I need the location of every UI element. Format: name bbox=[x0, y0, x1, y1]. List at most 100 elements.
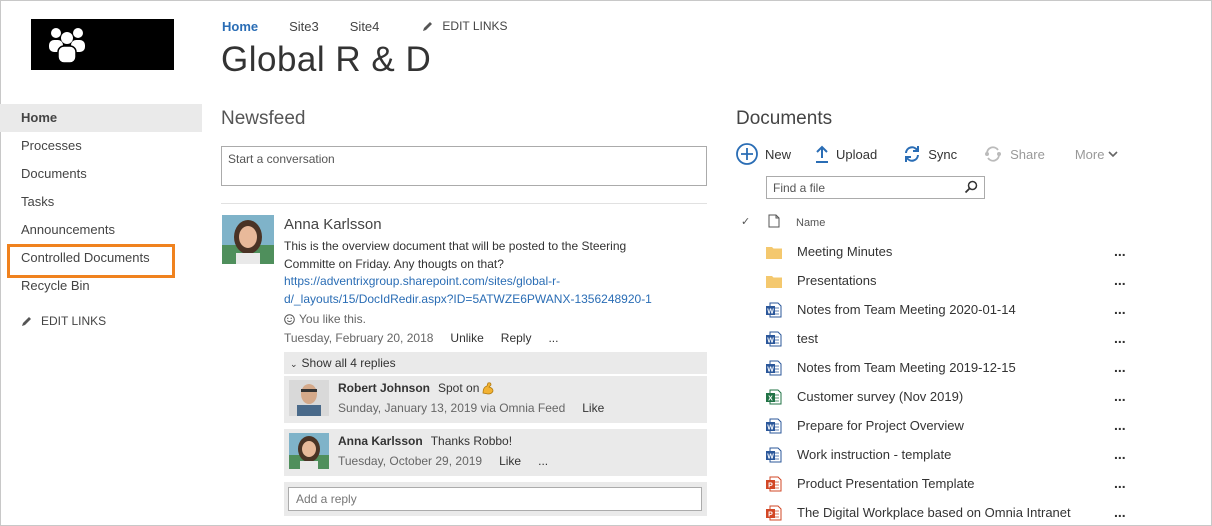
svg-text:X: X bbox=[768, 396, 773, 403]
post-like-status: You like this. bbox=[284, 312, 366, 326]
document-row[interactable]: W Work instruction - template... bbox=[736, 440, 1156, 469]
document-row[interactable]: P The Digital Workplace based on Omnia In… bbox=[736, 498, 1156, 526]
document-row[interactable]: W Notes from Team Meeting 2020-01-14... bbox=[736, 295, 1156, 324]
more-options-icon[interactable]: ... bbox=[1114, 243, 1126, 259]
plus-circle-icon bbox=[736, 143, 758, 165]
documents-column-header: ✓ Name bbox=[736, 212, 1156, 234]
document-row[interactable]: W Notes from Team Meeting 2019-12-15... bbox=[736, 353, 1156, 382]
document-name[interactable]: Product Presentation Template bbox=[797, 476, 975, 491]
topnav-edit-links[interactable]: EDIT LINKS bbox=[422, 19, 508, 33]
post-link[interactable]: https://adventrixgroup.sharepoint.com/si… bbox=[284, 272, 664, 308]
svg-text:W: W bbox=[767, 454, 774, 461]
svg-text:W: W bbox=[767, 338, 774, 345]
share-icon bbox=[985, 146, 1002, 162]
avatar[interactable] bbox=[222, 215, 274, 264]
chevron-down-icon: ⌄ bbox=[290, 359, 298, 369]
more-button[interactable]: More bbox=[1075, 147, 1126, 162]
more-options-icon[interactable]: ... bbox=[1114, 417, 1126, 433]
reply-author[interactable]: Anna Karlsson bbox=[338, 434, 423, 448]
more-options-icon[interactable]: ... bbox=[1114, 301, 1126, 317]
folder-icon bbox=[766, 246, 782, 262]
leftnav-item-home[interactable]: Home bbox=[0, 104, 202, 132]
select-all-checkmark-icon[interactable]: ✓ bbox=[741, 215, 750, 228]
documents-title: Documents bbox=[736, 108, 833, 129]
reply-text: Spot on bbox=[438, 381, 480, 395]
avatar[interactable] bbox=[289, 433, 329, 469]
sync-button[interactable]: Sync bbox=[903, 145, 957, 163]
reply-author[interactable]: Robert Johnson bbox=[338, 381, 430, 395]
svg-text:P: P bbox=[768, 483, 773, 490]
post-author[interactable]: Anna Karlsson bbox=[284, 216, 382, 233]
leftnav-edit-links[interactable]: EDIT LINKS bbox=[0, 314, 202, 328]
column-name[interactable]: Name bbox=[796, 217, 825, 229]
reply-text: Thanks Robbo! bbox=[430, 434, 513, 448]
document-row[interactable]: Meeting Minutes... bbox=[736, 237, 1156, 266]
upload-button[interactable]: Upload bbox=[815, 145, 877, 163]
document-name[interactable]: Notes from Team Meeting 2019-12-15 bbox=[797, 360, 1016, 375]
top-navigation: Home Site3 Site4 EDIT LINKS bbox=[222, 17, 508, 35]
topnav-site3[interactable]: Site3 bbox=[289, 19, 319, 34]
leftnav-item-tasks[interactable]: Tasks bbox=[0, 188, 202, 216]
flexed-biceps-icon bbox=[482, 382, 494, 395]
divider bbox=[221, 203, 707, 204]
post-meta: Tuesday, February 20, 2018 Unlike Reply … bbox=[284, 331, 558, 345]
document-name[interactable]: test bbox=[797, 331, 818, 346]
document-row[interactable]: W Prepare for Project Overview... bbox=[736, 411, 1156, 440]
more-options-icon[interactable]: ... bbox=[1114, 330, 1126, 346]
upload-label: Upload bbox=[836, 146, 878, 162]
more-options-icon[interactable]: ... bbox=[1114, 388, 1126, 404]
folder-icon bbox=[766, 275, 782, 291]
avatar[interactable] bbox=[289, 380, 329, 416]
unlike-link[interactable]: Unlike bbox=[450, 331, 483, 345]
pencil-icon bbox=[423, 22, 433, 31]
topnav-site4[interactable]: Site4 bbox=[350, 19, 380, 34]
search-icon[interactable] bbox=[964, 180, 978, 194]
share-label: Share bbox=[1010, 146, 1045, 162]
reply-item: Robert Johnson Spot on Sunday, January 1… bbox=[284, 376, 707, 423]
document-name[interactable]: Notes from Team Meeting 2020-01-14 bbox=[797, 302, 1016, 317]
document-name[interactable]: Prepare for Project Overview bbox=[797, 418, 964, 433]
leftnav-item-processes[interactable]: Processes bbox=[0, 132, 202, 160]
document-name[interactable]: Work instruction - template bbox=[797, 447, 951, 462]
word-icon: W bbox=[766, 331, 782, 350]
document-row[interactable]: P Product Presentation Template... bbox=[736, 469, 1156, 498]
site-logo[interactable] bbox=[31, 19, 174, 70]
leftnav-item-announcements[interactable]: Announcements bbox=[0, 216, 202, 244]
reply-date: Sunday, January 13, 2019 via Omnia Feed bbox=[338, 401, 566, 415]
share-button[interactable]: Share bbox=[983, 145, 1045, 163]
find-file-input[interactable]: Find a file bbox=[766, 176, 985, 199]
more-options-icon[interactable]: ... bbox=[1114, 475, 1126, 491]
start-conversation-input[interactable]: Start a conversation bbox=[221, 146, 707, 186]
post-date: Tuesday, February 20, 2018 bbox=[284, 331, 434, 345]
more-options-icon[interactable]: ... bbox=[1114, 446, 1126, 462]
sync-icon bbox=[905, 146, 920, 162]
new-button[interactable]: New bbox=[736, 143, 791, 165]
document-name[interactable]: The Digital Workplace based on Omnia Int… bbox=[797, 505, 1071, 520]
more-actions-link[interactable]: ... bbox=[548, 331, 558, 345]
more-options-icon[interactable]: ... bbox=[1114, 359, 1126, 375]
like-link[interactable]: Like bbox=[499, 454, 521, 468]
quick-launch: Home Processes Documents Tasks Announcem… bbox=[0, 104, 202, 328]
topnav-home[interactable]: Home bbox=[222, 19, 258, 34]
like-link[interactable]: Like bbox=[582, 401, 604, 415]
document-name[interactable]: Presentations bbox=[797, 273, 877, 288]
more-options-icon[interactable]: ... bbox=[1114, 504, 1126, 520]
document-row[interactable]: X Customer survey (Nov 2019)... bbox=[736, 382, 1156, 411]
document-row[interactable]: Presentations... bbox=[736, 266, 1156, 295]
replies-toggle-label: Show all 4 replies bbox=[301, 356, 396, 370]
leftnav-item-documents[interactable]: Documents bbox=[0, 160, 202, 188]
highlight-annotation bbox=[7, 244, 175, 278]
excel-icon: X bbox=[766, 389, 782, 408]
file-type-icon bbox=[768, 214, 780, 228]
more-options-icon[interactable]: ... bbox=[1114, 272, 1126, 288]
document-name[interactable]: Customer survey (Nov 2019) bbox=[797, 389, 963, 404]
more-actions-link[interactable]: ... bbox=[538, 454, 548, 468]
reply-link[interactable]: Reply bbox=[501, 331, 532, 345]
show-all-replies-toggle[interactable]: ⌄ Show all 4 replies bbox=[284, 352, 707, 374]
reply-header: Anna Karlsson Thanks Robbo! bbox=[338, 434, 512, 448]
document-row[interactable]: Wtest... bbox=[736, 324, 1156, 353]
add-reply-input[interactable]: Add a reply bbox=[288, 487, 702, 511]
pencil-icon bbox=[22, 317, 31, 326]
reply-meta: Sunday, January 13, 2019 via Omnia Feed … bbox=[338, 401, 604, 415]
document-name[interactable]: Meeting Minutes bbox=[797, 244, 892, 259]
